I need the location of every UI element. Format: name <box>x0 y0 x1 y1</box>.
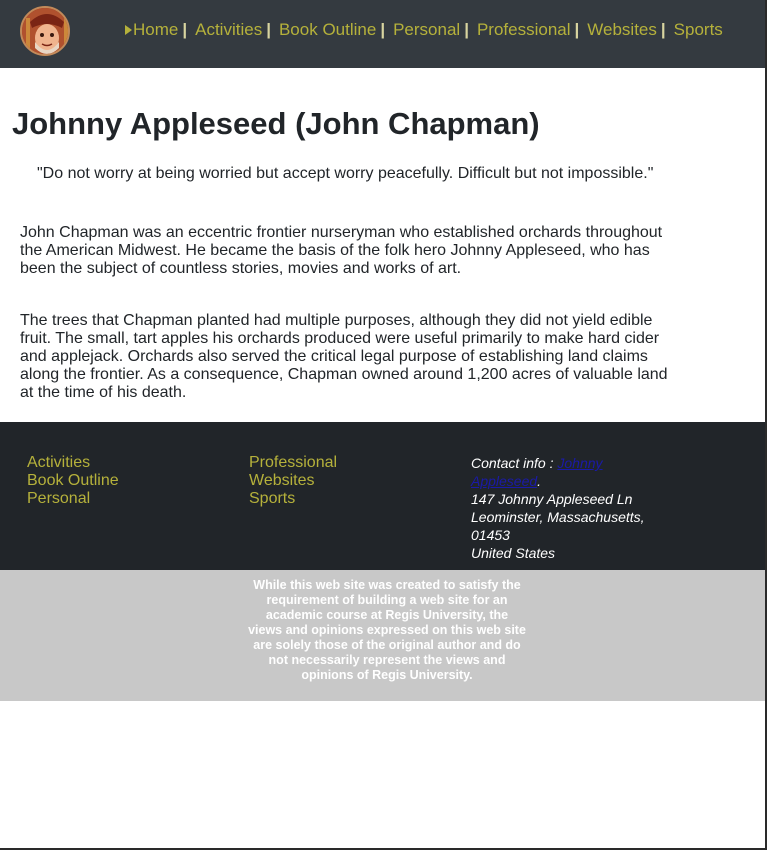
contact-info: Contact info : Johnny Appleseed. 147 Joh… <box>471 454 661 562</box>
nav-home[interactable]: Home <box>125 20 178 40</box>
nav-professional[interactable]: Professional <box>477 20 571 40</box>
footer-links-col2: Professional Websites Sports <box>249 454 337 508</box>
contact-link-period: . <box>537 473 542 489</box>
footer-link-activities[interactable]: Activities <box>27 454 119 472</box>
site-footer: Activities Book Outline Personal Profess… <box>0 422 765 570</box>
nav-separator: | <box>660 20 666 39</box>
footer-link-websites[interactable]: Websites <box>249 472 337 490</box>
site-header: Home | Activities | Book Outline | Perso… <box>0 0 765 68</box>
nav-separator: | <box>574 20 580 39</box>
triangle-right-icon <box>125 25 132 35</box>
footer-link-professional[interactable]: Professional <box>249 454 337 472</box>
nav-separator: | <box>266 20 271 39</box>
footer-links-col1: Activities Book Outline Personal <box>27 454 119 508</box>
nav-personal[interactable]: Personal <box>393 20 460 40</box>
portrait-icon <box>22 8 68 54</box>
nav-separator: | <box>182 20 188 39</box>
paragraph-intro: John Chapman was an eccentric frontier n… <box>20 224 663 277</box>
contact-label: Contact info : <box>471 455 558 471</box>
nav-websites[interactable]: Websites <box>587 20 657 40</box>
nav-book-outline[interactable]: Book Outline <box>279 20 376 40</box>
nav-separator: | <box>380 20 386 39</box>
footer-link-book-outline[interactable]: Book Outline <box>27 472 119 490</box>
main-content: Johnny Appleseed (John Chapman) "Do not … <box>0 106 765 402</box>
nav-sports[interactable]: Sports <box>674 20 723 40</box>
disclaimer-text: While this web site was created to satis… <box>248 578 526 682</box>
contact-address-city: Leominster, Massachusetts, 01453 <box>471 509 645 543</box>
contact-line: Contact info : Johnny Appleseed. <box>471 454 661 490</box>
page: Home | Activities | Book Outline | Perso… <box>0 0 767 850</box>
portrait-logo[interactable] <box>20 6 70 56</box>
quote: "Do not worry at being worried but accep… <box>37 165 654 182</box>
footer-link-personal[interactable]: Personal <box>27 490 119 508</box>
contact-address-country: United States <box>471 545 556 561</box>
paragraph-trees: The trees that Chapman planted had multi… <box>20 312 668 401</box>
contact-address-street: 147 Johnny Appleseed Ln <box>471 491 633 507</box>
page-title: Johnny Appleseed (John Chapman) <box>12 106 540 141</box>
nav-home-label: Home <box>133 20 179 39</box>
footer-link-sports[interactable]: Sports <box>249 490 337 508</box>
disclaimer-section: While this web site was created to satis… <box>0 570 765 701</box>
nav-separator: | <box>464 20 469 39</box>
nav-activities[interactable]: Activities <box>195 20 262 40</box>
main-nav: Home | Activities | Book Outline | Perso… <box>125 20 745 40</box>
